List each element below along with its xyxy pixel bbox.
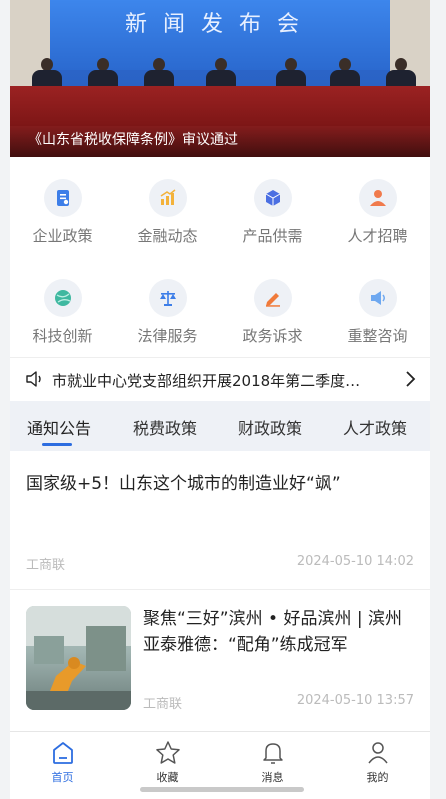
tab-notices[interactable]: 通知公告	[27, 415, 91, 439]
chevron-right-icon[interactable]	[404, 370, 416, 392]
globe-icon	[43, 279, 82, 317]
news-source: 工商联	[26, 558, 66, 573]
document-icon	[43, 179, 82, 217]
grid-item-label: 科技创新	[32, 327, 93, 345]
speaker-figure	[386, 58, 416, 90]
nav-label: 收藏	[156, 771, 179, 784]
grid-item-government-appeal[interactable]: 政务诉求	[220, 257, 325, 357]
banner-carousel[interactable]: 新闻发布会 《山东省税收保障条例》审议通过	[10, 0, 430, 157]
speaker-figure	[276, 58, 306, 90]
user-icon	[367, 742, 388, 764]
bar-chart-icon	[148, 179, 187, 217]
nav-profile[interactable]: 我的	[325, 740, 430, 785]
category-grid: 企业政策 金融动态 产品供需 人才招聘 科技创新 法律服务 政务诉求 重整咨询	[10, 157, 430, 357]
news-title: 国家级+5！山东这个城市的制造业好“飒”	[26, 474, 341, 494]
speaker-figure	[144, 58, 174, 90]
news-thumbnail	[26, 606, 131, 710]
news-source: 工商联	[143, 697, 183, 712]
grid-item-enterprise-policy[interactable]: 企业政策	[10, 157, 115, 257]
news-title: 聚焦“三好”滨州 • 好品滨州 | 滨州亚泰雅德：“配角”练成冠军	[143, 609, 402, 655]
grid-item-legal-service[interactable]: 法律服务	[115, 257, 220, 357]
tab-tax-policy[interactable]: 税费政策	[133, 415, 197, 439]
news-tabs: 通知公告 税费政策 财政政策 人才政策	[10, 401, 430, 451]
person-icon	[358, 179, 397, 217]
backdrop-text: 新闻发布会	[124, 12, 315, 37]
notice-marquee[interactable]: 市就业中心党支部组织开展2018年第二季度…	[10, 357, 430, 402]
news-time: 2024-05-10 13:57	[296, 693, 414, 708]
star-icon	[155, 741, 180, 764]
list-item[interactable]: 国家级+5！山东这个城市的制造业好“飒” 工商联 2024-05-10 14:0…	[10, 451, 430, 590]
speaker-icon	[25, 370, 45, 392]
grid-item-label: 政务诉求	[242, 327, 303, 345]
speaker-figure	[330, 58, 360, 90]
speaker-figure	[88, 58, 118, 90]
notice-text: 市就业中心党支部组织开展2018年第二季度…	[52, 372, 361, 390]
banner-caption[interactable]: 《山东省税收保障条例》审议通过	[28, 129, 238, 149]
nav-home[interactable]: 首页	[10, 740, 115, 785]
cube-icon	[253, 179, 292, 217]
nav-label: 我的	[366, 771, 389, 784]
home-icon	[52, 742, 73, 764]
grid-item-product-supply[interactable]: 产品供需	[220, 157, 325, 257]
tab-talent-policy[interactable]: 人才政策	[343, 415, 407, 439]
nav-messages[interactable]: 消息	[220, 740, 325, 785]
grid-item-label: 人才招聘	[347, 227, 408, 245]
nav-favorites[interactable]: 收藏	[115, 740, 220, 785]
speaker-figure	[206, 58, 236, 90]
pen-icon	[253, 279, 292, 317]
list-item[interactable]: 聚焦“三好”滨州 • 好品滨州 | 滨州亚泰雅德：“配角”练成冠军 工商联 20…	[10, 590, 430, 731]
grid-item-label: 金融动态	[137, 227, 198, 245]
active-tab-indicator	[42, 443, 72, 446]
nav-label: 消息	[261, 771, 284, 784]
scales-icon	[148, 279, 187, 317]
grid-item-restructuring-consult[interactable]: 重整咨询	[325, 257, 430, 357]
grid-item-finance-news[interactable]: 金融动态	[115, 157, 220, 257]
tab-fiscal-policy[interactable]: 财政政策	[238, 415, 302, 439]
nav-label: 首页	[51, 771, 74, 784]
grid-item-label: 企业政策	[32, 227, 93, 245]
grid-item-label: 产品供需	[242, 227, 303, 245]
speaker-figure	[32, 58, 62, 90]
grid-item-talent-recruitment[interactable]: 人才招聘	[325, 157, 430, 257]
news-time: 2024-05-10 14:02	[296, 554, 414, 569]
home-indicator	[140, 787, 304, 792]
megaphone-icon	[358, 279, 397, 317]
news-list: 国家级+5！山东这个城市的制造业好“飒” 工商联 2024-05-10 14:0…	[10, 451, 430, 731]
grid-item-tech-innovation[interactable]: 科技创新	[10, 257, 115, 357]
bell-icon	[262, 743, 283, 764]
grid-item-label: 重整咨询	[347, 327, 408, 345]
grid-item-label: 法律服务	[137, 327, 198, 345]
conference-table	[10, 86, 430, 126]
